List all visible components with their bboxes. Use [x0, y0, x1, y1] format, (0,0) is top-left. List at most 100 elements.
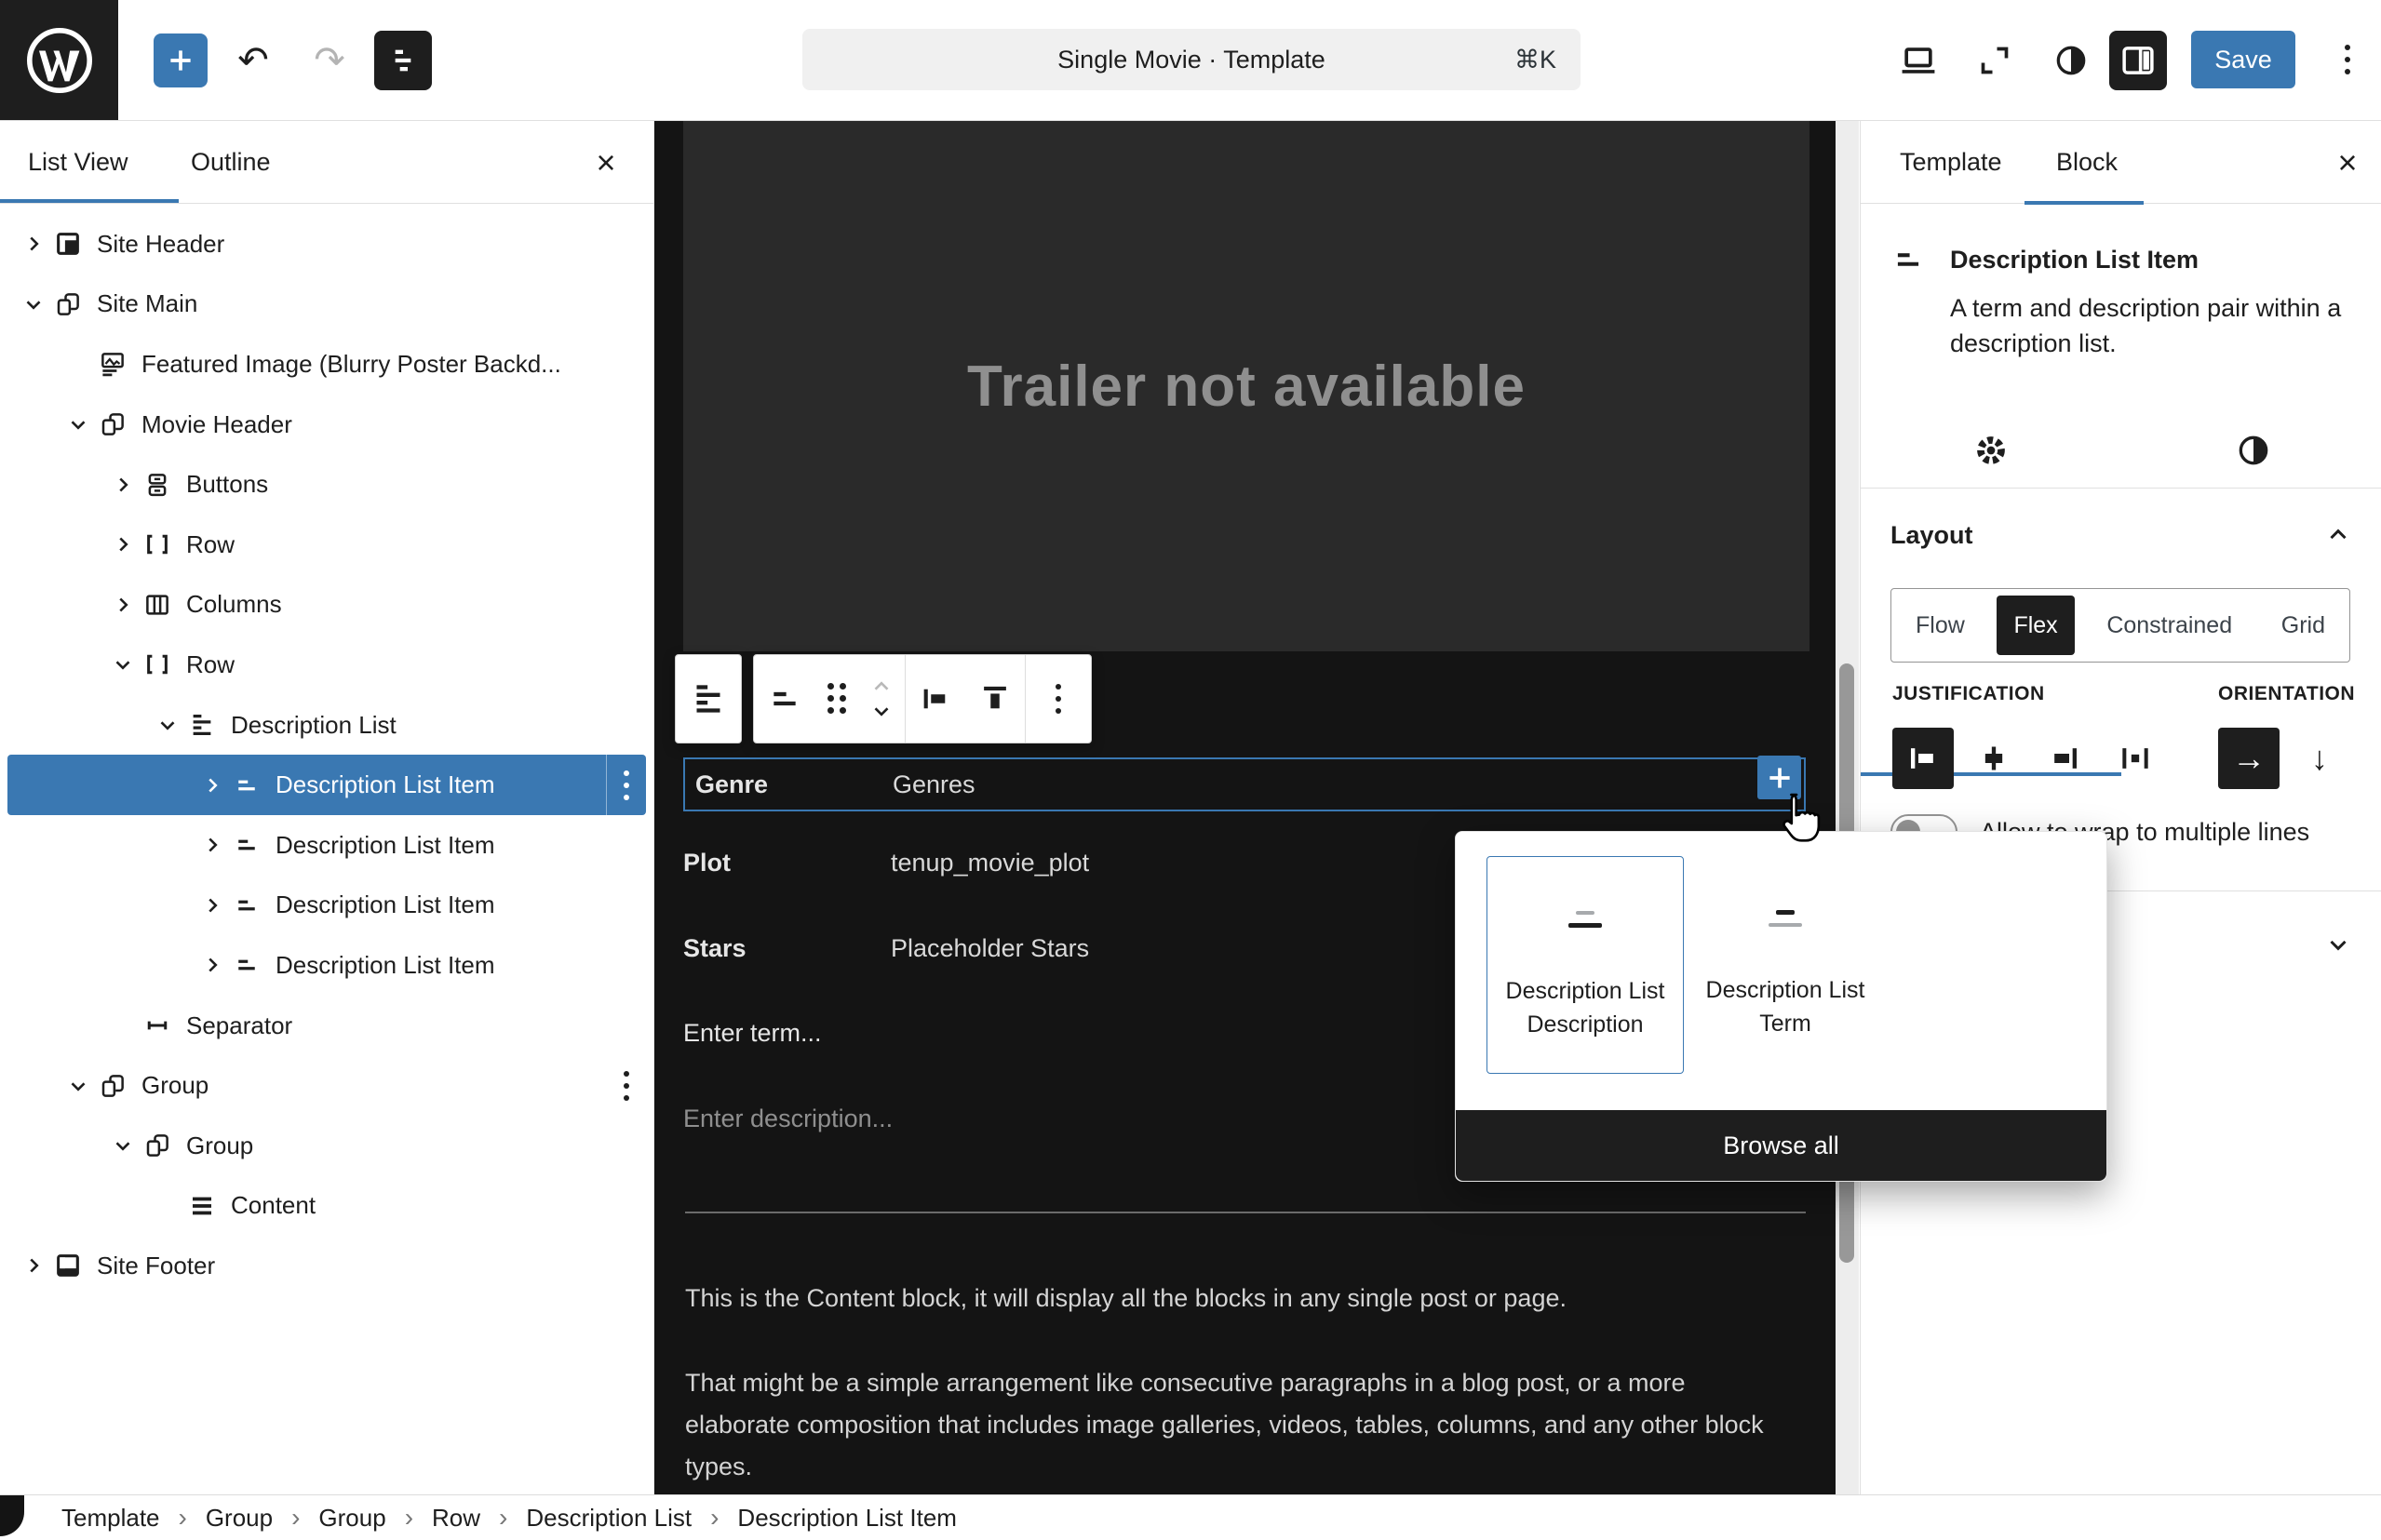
expand-chevron-icon[interactable] [199, 832, 225, 858]
drag-handle[interactable] [815, 655, 858, 743]
tree-item-site-header[interactable]: Site Header [7, 214, 646, 275]
move-up-button[interactable] [858, 675, 905, 699]
block-options-button[interactable] [607, 1055, 646, 1116]
term-stars[interactable]: Stars [683, 934, 891, 963]
tab-outline[interactable]: Outline [191, 121, 271, 203]
tab-list-view[interactable]: List View [28, 121, 128, 203]
tree-item-buttons[interactable]: Buttons [7, 454, 646, 515]
tree-item-description-list-item[interactable]: Description List Item [7, 876, 646, 936]
justify-left-button[interactable] [1892, 728, 1954, 789]
tree-item-description-list-item[interactable]: Description List Item [7, 815, 646, 876]
layout-mode-constrained[interactable]: Constrained [2090, 596, 2249, 655]
layout-mode-flex[interactable]: Flex [1997, 596, 2074, 655]
breadcrumb-description-list[interactable]: Description List [526, 1504, 692, 1533]
site-footer-icon [54, 1252, 82, 1279]
description-genres[interactable]: Genres [893, 770, 975, 799]
expand-chevron-icon[interactable] [110, 531, 136, 557]
select-parent-block-button[interactable] [675, 654, 742, 743]
tree-item-movie-header[interactable]: Movie Header [7, 395, 646, 455]
expand-chevron-icon[interactable] [199, 952, 225, 978]
collapse-chevron-icon[interactable] [65, 1073, 91, 1099]
expand-chevron-icon[interactable] [20, 231, 47, 257]
options-menu-button[interactable] [2325, 37, 2370, 82]
save-button[interactable]: Save [2191, 31, 2295, 88]
collapse-chevron-icon[interactable] [20, 291, 47, 317]
block-breadcrumb: Template › Group › Group › Row › Descrip… [0, 1494, 2381, 1540]
justify-right-button[interactable] [2034, 728, 2095, 789]
collapse-chevron-icon[interactable] [110, 1132, 136, 1158]
tree-item-featured-image[interactable]: Featured Image (Blurry Poster Backd... [7, 334, 646, 395]
tree-item-columns[interactable]: Columns [7, 575, 646, 636]
add-block-button[interactable] [1757, 756, 1801, 799]
block-type-button[interactable] [754, 655, 815, 743]
tree-item-site-main[interactable]: Site Main [7, 275, 646, 335]
justify-center-button[interactable] [1963, 728, 2025, 789]
tree-item-group[interactable]: Group [7, 1055, 646, 1116]
trailer-video-placeholder[interactable]: Trailer not available [683, 121, 1809, 651]
selected-description-list-item[interactable]: Genre Genres [683, 757, 1806, 811]
tab-settings[interactable] [1957, 417, 2025, 484]
settings-sidebar-toggle-button[interactable] [2109, 31, 2167, 90]
tab-template[interactable]: Template [1900, 121, 2002, 203]
breadcrumb-row[interactable]: Row [432, 1504, 480, 1533]
content-paragraph[interactable]: This is the Content block, it will displ… [685, 1278, 1765, 1319]
tab-block[interactable]: Block [2056, 121, 2118, 203]
expand-chevron-icon[interactable] [20, 1252, 47, 1279]
wordpress-editor: ↶ ↷ Single Movie · Template ⌘K Save [0, 0, 2381, 1540]
block-inserter-button[interactable] [154, 33, 208, 87]
tree-item-description-list[interactable]: Description List [7, 695, 646, 756]
close-list-view-button[interactable]: × [585, 141, 627, 184]
expand-chevron-icon[interactable] [199, 772, 225, 798]
redo-button[interactable]: ↷ [307, 41, 352, 80]
expand-chevron-icon[interactable] [110, 592, 136, 618]
global-styles-button[interactable] [2042, 31, 2100, 90]
justify-space-between-button[interactable] [2105, 728, 2166, 789]
layout-mode-grid[interactable]: Grid [2265, 596, 2342, 655]
move-down-button[interactable] [858, 699, 905, 723]
breadcrumb-group[interactable]: Group [206, 1504, 273, 1533]
breadcrumb-template[interactable]: Template [61, 1504, 160, 1533]
tree-item-content[interactable]: Content [7, 1176, 646, 1237]
zoom-out-view-button[interactable] [1966, 31, 2024, 90]
tree-item-row[interactable]: Row [7, 635, 646, 695]
block-option-description-list-term[interactable]: Description List Term [1687, 856, 1884, 1074]
layout-section-header[interactable]: Layout [1890, 512, 2352, 558]
tab-styles[interactable] [2220, 417, 2287, 484]
expand-chevron-icon[interactable] [110, 472, 136, 498]
browse-all-button[interactable]: Browse all [1456, 1110, 2106, 1181]
close-sidebar-button[interactable]: × [2326, 141, 2369, 184]
collapse-chevron-icon[interactable] [155, 712, 181, 738]
justification-button[interactable] [906, 655, 965, 743]
tree-item-description-list-item[interactable]: Description List Item [7, 935, 646, 996]
expand-chevron-icon[interactable] [199, 892, 225, 918]
tree-item-group[interactable]: Group [7, 1116, 646, 1176]
tree-item-site-footer[interactable]: Site Footer [7, 1236, 646, 1296]
justify-left-icon [1904, 740, 1942, 777]
document-title-button[interactable]: Single Movie · Template ⌘K [802, 29, 1581, 90]
vertical-alignment-button[interactable] [965, 655, 1025, 743]
block-options-button[interactable] [1026, 655, 1091, 743]
collapse-chevron-icon[interactable] [65, 411, 91, 437]
layout-mode-flow[interactable]: Flow [1899, 596, 1982, 655]
separator-block[interactable] [685, 1212, 1806, 1213]
term-genre[interactable]: Genre [695, 770, 893, 799]
term-plot[interactable]: Plot [683, 849, 891, 877]
breadcrumb-group[interactable]: Group [318, 1504, 385, 1533]
orientation-vertical-button[interactable]: ↓ [2289, 728, 2350, 789]
tree-item-row[interactable]: Row [7, 515, 646, 575]
wordpress-logo[interactable] [0, 0, 118, 120]
tree-item-separator[interactable]: Separator [7, 996, 646, 1056]
collapse-chevron-icon[interactable] [110, 651, 136, 677]
block-toolbar [753, 654, 1092, 743]
undo-button[interactable]: ↶ [231, 41, 276, 80]
preview-devices-button[interactable] [1890, 31, 1947, 90]
tree-item-description-list-item-selected[interactable]: Description List Item [7, 755, 646, 815]
block-option-description-list-description[interactable]: Description List Description [1486, 856, 1684, 1074]
list-view-toggle-button[interactable] [374, 31, 432, 90]
block-options-button[interactable] [606, 755, 646, 815]
orientation-horizontal-button[interactable]: → [2218, 728, 2280, 789]
content-paragraph[interactable]: That might be a simple arrangement like … [685, 1362, 1765, 1488]
editor-header: ↶ ↷ Single Movie · Template ⌘K Save [0, 0, 2381, 121]
description-plot[interactable]: tenup_movie_plot [891, 849, 1089, 877]
description-stars[interactable]: Placeholder Stars [891, 934, 1089, 963]
